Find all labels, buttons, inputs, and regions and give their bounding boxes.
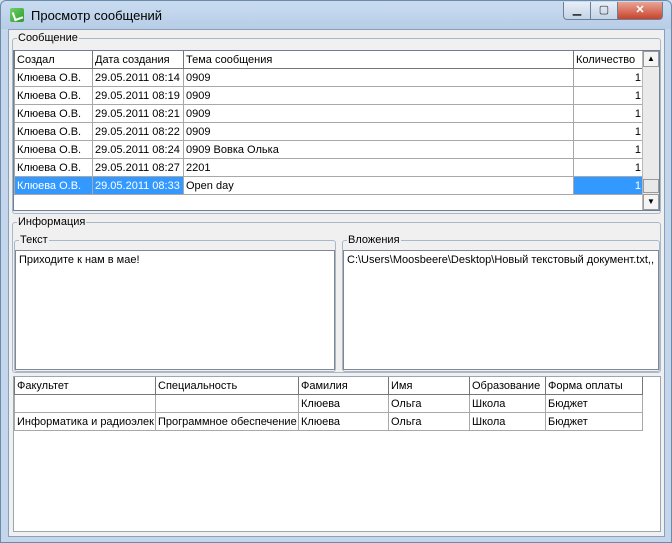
message-cell[interactable]: 29.05.2011 08:22 bbox=[92, 122, 184, 141]
student-column-header[interactable]: Факультет bbox=[14, 377, 156, 395]
message-cell[interactable]: 1 bbox=[573, 104, 644, 123]
message-cell[interactable]: 0909 Вовка Олька bbox=[183, 140, 574, 159]
messages-table: Создал Дата создания Тема сообщения Количес… bbox=[14, 51, 644, 195]
title-bar[interactable]: Просмотр сообщений ▁ ▢ ✕ bbox=[1, 1, 671, 29]
message-cell[interactable]: Клюева О.В. bbox=[14, 68, 93, 87]
students-table: Факультет Специальность Фамилия Имя Образова… bbox=[14, 377, 643, 431]
message-cell[interactable]: 29.05.2011 08:21 bbox=[92, 104, 184, 123]
message-row[interactable]: Клюева О.В. 29.05.2011 08:19 0909 1 bbox=[14, 86, 644, 105]
students-header-row: Факультет Специальность Фамилия Имя Образова… bbox=[14, 377, 643, 395]
message-cell[interactable]: Клюева О.В. bbox=[14, 104, 93, 123]
students-grid[interactable]: Факультет Специальность Фамилия Имя Образова… bbox=[13, 376, 661, 532]
message-column-header[interactable]: Количество bbox=[573, 51, 644, 69]
message-cell[interactable]: 29.05.2011 08:33 bbox=[92, 176, 184, 195]
message-cell[interactable]: 0909 bbox=[183, 68, 574, 87]
message-cell[interactable]: 1 bbox=[573, 176, 644, 195]
messages-header-row: Создал Дата создания Тема сообщения Количес… bbox=[14, 51, 644, 69]
attachments-box[interactable]: C:\Users\Moosbeere\Desktop\Новый текстов… bbox=[343, 250, 659, 370]
message-cell[interactable]: Клюева О.В. bbox=[14, 176, 93, 195]
scroll-up-button[interactable]: ▲ bbox=[643, 51, 659, 67]
messages-grid[interactable]: Создал Дата создания Тема сообщения Количес… bbox=[13, 50, 660, 211]
student-column-header[interactable]: Имя bbox=[388, 377, 470, 395]
student-cell[interactable]: Школа bbox=[469, 412, 546, 431]
student-cell[interactable]: Информатика и радиоэлек bbox=[14, 412, 156, 431]
message-cell[interactable]: 0909 bbox=[183, 104, 574, 123]
message-row[interactable]: Клюева О.В. 29.05.2011 08:33 Open day 1 bbox=[14, 176, 644, 195]
student-cell[interactable]: Ольга bbox=[388, 394, 470, 413]
student-column-header[interactable]: Форма оплаты bbox=[545, 377, 643, 395]
student-cell[interactable]: Бюджет bbox=[545, 412, 643, 431]
student-column-header[interactable]: Фамилия bbox=[298, 377, 389, 395]
text-legend: Текст bbox=[20, 234, 48, 246]
message-column-header[interactable]: Дата создания bbox=[92, 51, 184, 69]
message-cell[interactable]: 29.05.2011 08:27 bbox=[92, 158, 184, 177]
student-cell[interactable] bbox=[155, 394, 299, 413]
message-cell[interactable]: 29.05.2011 08:14 bbox=[92, 68, 184, 87]
message-row[interactable]: Клюева О.В. 29.05.2011 08:27 2201 1 bbox=[14, 158, 644, 177]
message-cell[interactable]: 29.05.2011 08:24 bbox=[92, 140, 184, 159]
scroll-thumb[interactable] bbox=[643, 179, 659, 193]
message-cell[interactable]: 29.05.2011 08:19 bbox=[92, 86, 184, 105]
close-button[interactable]: ✕ bbox=[617, 2, 663, 20]
message-row[interactable]: Клюева О.В. 29.05.2011 08:22 0909 1 bbox=[14, 122, 644, 141]
message-row[interactable]: Клюева О.В. 29.05.2011 08:14 0909 1 bbox=[14, 68, 644, 87]
student-cell[interactable]: Клюева bbox=[298, 412, 389, 431]
message-cell[interactable]: 2201 bbox=[183, 158, 574, 177]
message-cell[interactable]: 1 bbox=[573, 122, 644, 141]
student-cell[interactable]: Бюджет bbox=[545, 394, 643, 413]
message-column-header[interactable]: Тема сообщения bbox=[183, 51, 574, 69]
minimize-button[interactable]: ▁ bbox=[563, 2, 591, 20]
messages-scrollbar[interactable]: ▲ ▼ bbox=[642, 51, 659, 210]
message-cell[interactable]: Open day bbox=[183, 176, 574, 195]
message-cell[interactable]: Клюева О.В. bbox=[14, 122, 93, 141]
message-row[interactable]: Клюева О.В. 29.05.2011 08:21 0909 1 bbox=[14, 104, 644, 123]
message-cell[interactable]: 0909 bbox=[183, 86, 574, 105]
maximize-button[interactable]: ▢ bbox=[590, 2, 618, 20]
message-cell[interactable]: 1 bbox=[573, 158, 644, 177]
app-icon bbox=[10, 8, 24, 22]
student-cell[interactable] bbox=[14, 394, 156, 413]
student-cell[interactable]: Клюева bbox=[298, 394, 389, 413]
message-cell[interactable]: Клюева О.В. bbox=[14, 140, 93, 159]
window: Просмотр сообщений ▁ ▢ ✕ Сообщение Созда… bbox=[0, 0, 672, 543]
window-title: Просмотр сообщений bbox=[31, 8, 163, 23]
client-area: Сообщение Создал Дата создания Тема сообще… bbox=[8, 29, 665, 537]
student-cell[interactable]: Школа bbox=[469, 394, 546, 413]
message-cell[interactable]: Клюева О.В. bbox=[14, 158, 93, 177]
message-cell[interactable]: 0909 bbox=[183, 122, 574, 141]
student-row[interactable]: Информатика и радиоэлек Программное обесп… bbox=[14, 412, 643, 431]
messages-legend: Сообщение bbox=[18, 32, 78, 44]
info-legend: Информация bbox=[18, 216, 86, 228]
student-cell[interactable]: Ольга bbox=[388, 412, 470, 431]
message-row[interactable]: Клюева О.В. 29.05.2011 08:24 0909 Вовка Ол… bbox=[14, 140, 644, 159]
attachments-legend: Вложения bbox=[348, 234, 400, 246]
student-row[interactable]: Клюева Ольга Школа Бюджет bbox=[14, 394, 643, 413]
student-column-header[interactable]: Специальность bbox=[155, 377, 299, 395]
scroll-down-button[interactable]: ▼ bbox=[643, 194, 659, 210]
message-cell[interactable]: 1 bbox=[573, 68, 644, 87]
message-text-box[interactable]: Приходите к нам в мае! bbox=[15, 250, 335, 370]
message-cell[interactable]: 1 bbox=[573, 140, 644, 159]
message-cell[interactable]: 1 bbox=[573, 86, 644, 105]
message-cell[interactable]: Клюева О.В. bbox=[14, 86, 93, 105]
student-column-header[interactable]: Образование bbox=[469, 377, 546, 395]
student-cell[interactable]: Программное обеспечение bbox=[155, 412, 299, 431]
message-column-header[interactable]: Создал bbox=[14, 51, 93, 69]
